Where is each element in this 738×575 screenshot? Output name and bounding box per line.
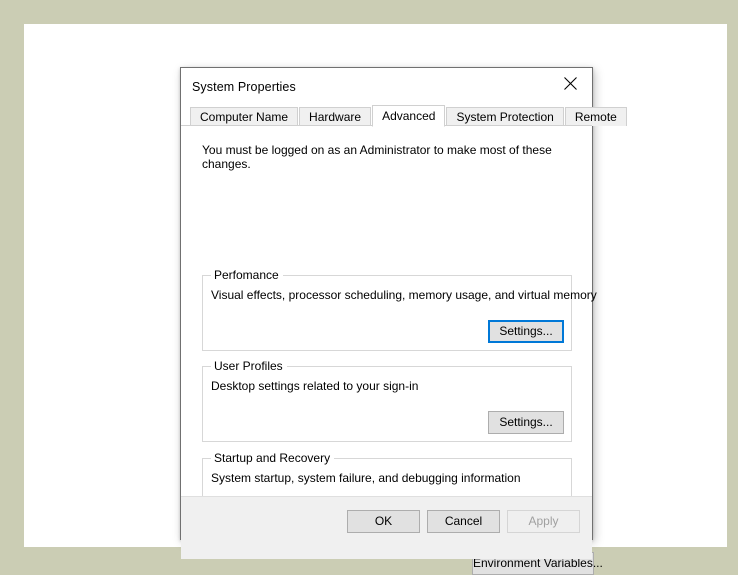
performance-group: Perfomance Visual effects, processor sch… bbox=[202, 268, 597, 351]
performance-group-description: Visual effects, processor scheduling, me… bbox=[211, 288, 597, 302]
tab-computer-name[interactable]: Computer Name bbox=[190, 107, 299, 126]
tab-label: Computer Name bbox=[200, 110, 289, 124]
user-profiles-group-description: Desktop settings related to your sign-in bbox=[211, 379, 419, 393]
system-properties-dialog: System Properties Computer Name Hardware… bbox=[180, 67, 627, 575]
dialog-footer: OK Cancel Apply bbox=[181, 496, 592, 559]
tab-advanced[interactable]: Advanced bbox=[372, 105, 446, 127]
tab-hardware[interactable]: Hardware bbox=[299, 107, 372, 126]
tab-system-protection[interactable]: System Protection bbox=[446, 107, 564, 126]
cancel-button[interactable]: Cancel bbox=[427, 510, 500, 533]
performance-settings-button[interactable]: Settings... bbox=[488, 320, 564, 343]
user-profiles-group-title: User Profiles bbox=[211, 359, 287, 373]
close-icon bbox=[563, 76, 577, 90]
tab-label: Remote bbox=[574, 110, 617, 124]
tab-remote[interactable]: Remote bbox=[564, 107, 627, 126]
startup-recovery-group-description: System startup, system failure, and debu… bbox=[211, 471, 521, 485]
tab-label: System Protection bbox=[456, 110, 554, 124]
tab-strip: Computer Name Hardware Advanced System P… bbox=[181, 105, 627, 127]
ok-button[interactable]: OK bbox=[347, 510, 420, 533]
tab-label: Hardware bbox=[309, 110, 362, 124]
advanced-tab-panel: You must be logged on as an Administrato… bbox=[181, 125, 603, 575]
window-title: System Properties bbox=[192, 79, 296, 94]
performance-group-title: Perfomance bbox=[211, 268, 283, 282]
tab-label: Advanced bbox=[382, 109, 436, 123]
user-profiles-settings-button[interactable]: Settings... bbox=[488, 411, 564, 434]
user-profiles-group: User Profiles Desktop settings related t… bbox=[202, 359, 572, 442]
startup-recovery-group-title: Startup and Recovery bbox=[211, 451, 335, 465]
page-sheet: System Properties Computer Name Hardware… bbox=[24, 24, 727, 575]
apply-button: Apply bbox=[507, 510, 580, 533]
close-button[interactable] bbox=[548, 68, 592, 98]
title-bar: System Properties bbox=[181, 68, 592, 105]
administrator-notice: You must be logged on as an Administrato… bbox=[202, 143, 552, 171]
